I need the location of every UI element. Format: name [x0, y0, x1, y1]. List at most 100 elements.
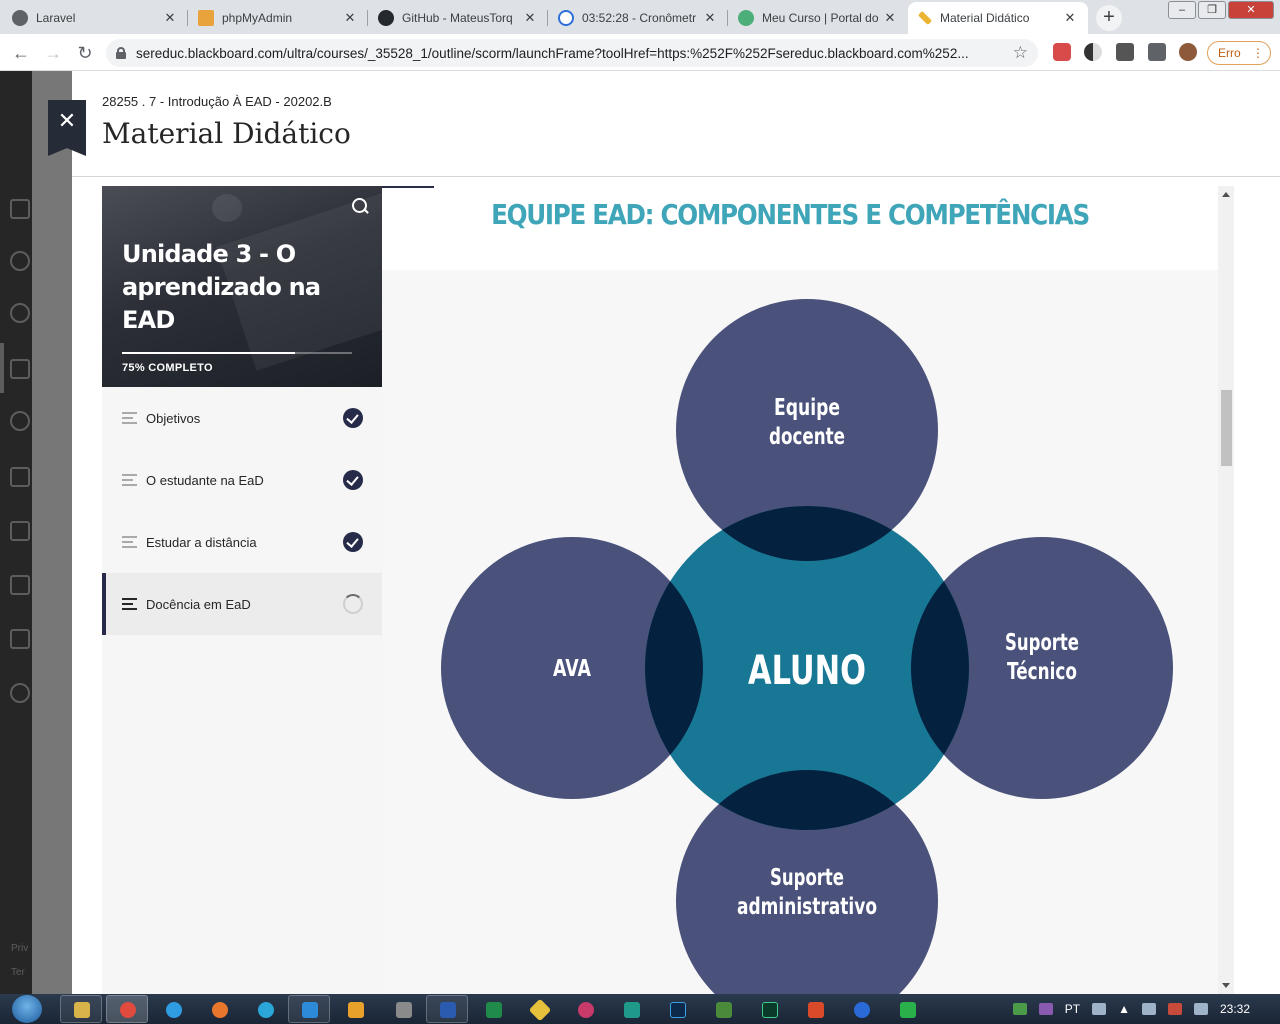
tab-close-icon[interactable]: ✕: [342, 10, 358, 26]
taskbar-app2[interactable]: [564, 995, 606, 1023]
restore-button[interactable]: ❐: [1198, 1, 1226, 19]
tab-close-icon[interactable]: ✕: [522, 10, 538, 26]
check-circle-icon: [343, 532, 363, 552]
privacy-link[interactable]: Priv: [11, 943, 28, 954]
scroll-thumb[interactable]: [1221, 390, 1232, 466]
signal-icon[interactable]: [1193, 1003, 1208, 1015]
address-bar[interactable]: sereduc.blackboard.com/ultra/courses/_35…: [106, 39, 1038, 67]
taskbar-photoshop[interactable]: [656, 995, 698, 1023]
taskbar-audition[interactable]: [748, 995, 790, 1023]
start-button[interactable]: [12, 995, 42, 1023]
unit-banner: Unidade 3 - O aprendizado na EAD 75% COM…: [102, 186, 382, 387]
profile-avatar[interactable]: [1179, 43, 1197, 61]
minimize-button[interactable]: –: [1168, 1, 1196, 19]
check-circle-icon: [343, 408, 363, 428]
puzzle-extensions-icon[interactable]: [1148, 43, 1166, 61]
tray-expand-icon[interactable]: ▲: [1118, 1002, 1130, 1016]
content-heading: EQUIPE EAD: COMPONENTES E COMPETÊNCIAS: [491, 198, 1090, 231]
label-suporte-adm-1: Suporte: [770, 865, 844, 891]
outline-item-estudar[interactable]: Estudar a distância: [102, 511, 382, 573]
taskbar-word[interactable]: [426, 995, 468, 1023]
app-icon: [900, 1002, 916, 1018]
portal-icon: [738, 10, 754, 26]
tray-icon[interactable]: [1012, 1003, 1027, 1015]
outline-item-label: Estudar a distância: [146, 534, 257, 550]
clock[interactable]: 23:32: [1220, 1002, 1250, 1016]
courses-icon[interactable]: [10, 359, 30, 379]
tab-close-icon[interactable]: ✕: [702, 10, 718, 26]
volume-icon[interactable]: [1141, 1003, 1156, 1015]
taskbar-firefox[interactable]: [198, 995, 240, 1023]
reload-button[interactable]: ↻: [72, 40, 98, 66]
grades-icon[interactable]: [10, 575, 30, 595]
taskbar-explorer[interactable]: [60, 995, 102, 1023]
outline-item-objetivos[interactable]: Objetivos: [102, 387, 382, 449]
tab-close-icon[interactable]: ✕: [882, 10, 898, 26]
bookmark-star-icon[interactable]: ☆: [1013, 43, 1028, 63]
label-ava: AVA: [553, 656, 591, 682]
taskbar-ie[interactable]: [152, 995, 194, 1023]
content-scrollbar[interactable]: [1218, 186, 1234, 994]
tab-stopwatch[interactable]: 03:52:28 - Cronômetr ✕: [548, 2, 728, 34]
sign-out-icon[interactable]: [10, 683, 30, 703]
material-panel: ✕ 28255 . 7 - Introdução À EAD - 20202.B…: [48, 71, 1280, 994]
back-button[interactable]: ←: [8, 40, 34, 66]
keyboard-icon[interactable]: [1092, 1003, 1107, 1015]
taskbar-media[interactable]: [334, 995, 376, 1023]
scroll-up-arrow[interactable]: [1222, 192, 1230, 197]
profile-icon[interactable]: [10, 251, 30, 271]
tab-material-didatico[interactable]: Material Didático ✕: [908, 2, 1088, 34]
language-indicator[interactable]: PT: [1065, 1002, 1080, 1016]
network-icon[interactable]: [1167, 1003, 1182, 1015]
tools-icon[interactable]: [10, 629, 30, 649]
tray-icon[interactable]: [1038, 1003, 1053, 1015]
tab-phpmyadmin[interactable]: phpMyAdmin ✕: [188, 2, 368, 34]
error-button[interactable]: Erro ⋮: [1207, 41, 1271, 65]
calendar-icon[interactable]: [10, 467, 30, 487]
taskbar-app5[interactable]: [794, 995, 836, 1023]
window-close-button[interactable]: ✕: [1228, 1, 1274, 19]
taskbar-chrome[interactable]: [106, 995, 148, 1023]
globe-icon[interactable]: [10, 303, 30, 323]
outline-item-estudante[interactable]: O estudante na EaD: [102, 449, 382, 511]
tab-close-icon[interactable]: ✕: [1062, 10, 1078, 26]
taskbar-app3[interactable]: [610, 995, 652, 1023]
list-lines-icon: [122, 598, 137, 610]
tab-close-icon[interactable]: ✕: [162, 10, 178, 26]
dark-mode-extension-icon[interactable]: [1084, 43, 1102, 61]
taskbar-excel[interactable]: [472, 995, 514, 1023]
taskbar-app4[interactable]: [702, 995, 744, 1023]
shield-extension-icon[interactable]: [1053, 43, 1071, 61]
laravel-icon: [12, 10, 28, 26]
extension-icon[interactable]: [1116, 43, 1134, 61]
outline-item-docencia[interactable]: Docência em EaD: [102, 573, 382, 635]
taskbar-app7[interactable]: [886, 995, 928, 1023]
tab-portal[interactable]: Meu Curso | Portal do ✕: [728, 2, 908, 34]
media-player-icon: [348, 1002, 364, 1018]
terms-link[interactable]: Ter: [11, 967, 25, 978]
taskbar-vscode[interactable]: [288, 995, 330, 1023]
app-icon: [808, 1002, 824, 1018]
taskbar-edge[interactable]: [244, 995, 286, 1023]
label-suporte-tecnico-1: Suporte: [1005, 630, 1079, 656]
new-tab-button[interactable]: +: [1096, 5, 1122, 31]
tab-laravel[interactable]: Laravel ✕: [2, 2, 188, 34]
progress-label: 75% COMPLETO: [122, 362, 213, 374]
excel-icon: [486, 1002, 502, 1018]
app-icon: [396, 1002, 412, 1018]
in-progress-icon: [343, 594, 363, 614]
git-icon: [528, 998, 552, 1022]
search-icon[interactable]: [352, 198, 368, 214]
scroll-down-arrow[interactable]: [1222, 983, 1230, 988]
taskbar-app6[interactable]: [840, 995, 882, 1023]
close-panel-button[interactable]: ✕: [48, 100, 86, 156]
app-icon: [716, 1002, 732, 1018]
tab-github[interactable]: GitHub - MateusTorq ✕: [368, 2, 548, 34]
forward-button[interactable]: →: [40, 40, 66, 66]
institution-icon[interactable]: [10, 199, 30, 219]
taskbar-app[interactable]: [382, 995, 424, 1023]
organizations-icon[interactable]: [10, 411, 30, 431]
messages-icon[interactable]: [10, 521, 30, 541]
taskbar-git[interactable]: [518, 995, 560, 1023]
label-suporte-adm-2: administrativo: [737, 894, 877, 920]
